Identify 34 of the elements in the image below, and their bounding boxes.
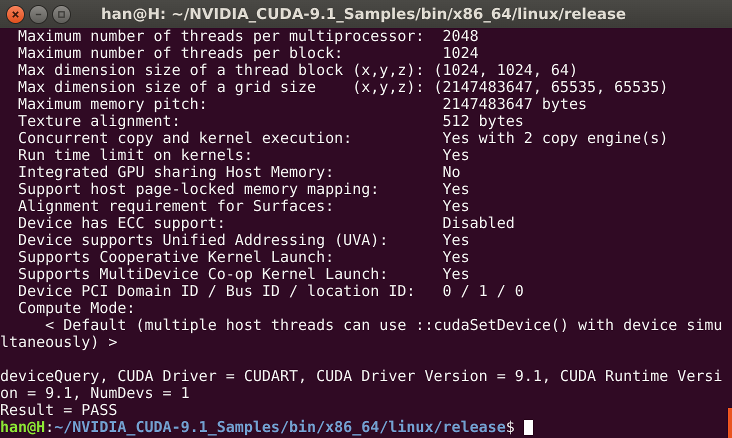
terminal-line: Device PCI Domain ID / Bus ID / location ID: 0 / 1 / 0 <box>17 283 524 300</box>
prompt-symbol: $ <box>506 419 515 436</box>
terminal-line: Device has ECC support: Disabled <box>17 215 515 232</box>
close-button[interactable] <box>6 4 25 24</box>
terminal-line: on = 9.1, NumDevs = 1 <box>0 385 190 402</box>
terminal-line: Alignment requirement for Surfaces: Yes <box>17 198 470 215</box>
terminal-line: Run time limit on kernels: Yes <box>17 147 470 164</box>
terminal-line: ltaneously) > <box>0 334 118 351</box>
cursor <box>524 420 533 435</box>
scrollbar[interactable] <box>728 408 732 438</box>
terminal-line: Compute Mode: <box>17 300 136 317</box>
terminal-line: Device supports Unified Addressing (UVA): Yes <box>17 232 470 249</box>
minimize-button[interactable] <box>29 4 48 24</box>
close-icon <box>11 10 20 18</box>
terminal-line: Integrated GPU sharing Host Memory: No <box>17 164 461 181</box>
terminal-line: Texture alignment: 512 bytes <box>17 113 524 130</box>
terminal-line: Max dimension size of a thread block (x,y,z): (1024, 1024, 64) <box>17 62 578 79</box>
prompt-user-host: han@H <box>0 419 46 436</box>
terminal-line: deviceQuery, CUDA Driver = CUDART, CUDA Driver Version = 9.1, CUDA Runtime Versi <box>0 368 722 385</box>
terminal-line: Maximum memory pitch: 2147483647 bytes <box>17 96 587 113</box>
window-title: han@H: ~/NVIDIA_CUDA-9.1_Samples/bin/x86_64/linux/release <box>101 5 626 23</box>
terminal-line: < Default (multiple host threads can use ::cudaSetDevice() with device simu <box>45 317 722 334</box>
terminal-line: Result = PASS <box>0 402 118 419</box>
terminal-line: Supports MultiDevice Co-op Kernel Launch: Yes <box>17 266 470 283</box>
terminal-line: Support host page-locked memory mapping: Yes <box>17 181 470 198</box>
terminal-line: Maximum number of threads per block: 1024 <box>17 45 479 62</box>
terminal-line: Maximum number of threads per multiprocessor: 2048 <box>17 28 479 45</box>
terminal-line: Max dimension size of a grid size (x,y,z): (2147483647, 65535, 65535) <box>17 79 668 96</box>
maximize-button[interactable] <box>52 4 71 24</box>
terminal-line: Supports Cooperative Kernel Launch: Yes <box>17 249 470 266</box>
terminal-line: Concurrent copy and kernel execution: Yes with 2 copy engine(s) <box>17 130 668 147</box>
prompt-path: ~/NVIDIA_CUDA-9.1_Samples/bin/x86_64/linux/release <box>54 419 506 436</box>
maximize-icon <box>57 10 66 18</box>
prompt-separator: : <box>45 419 54 436</box>
